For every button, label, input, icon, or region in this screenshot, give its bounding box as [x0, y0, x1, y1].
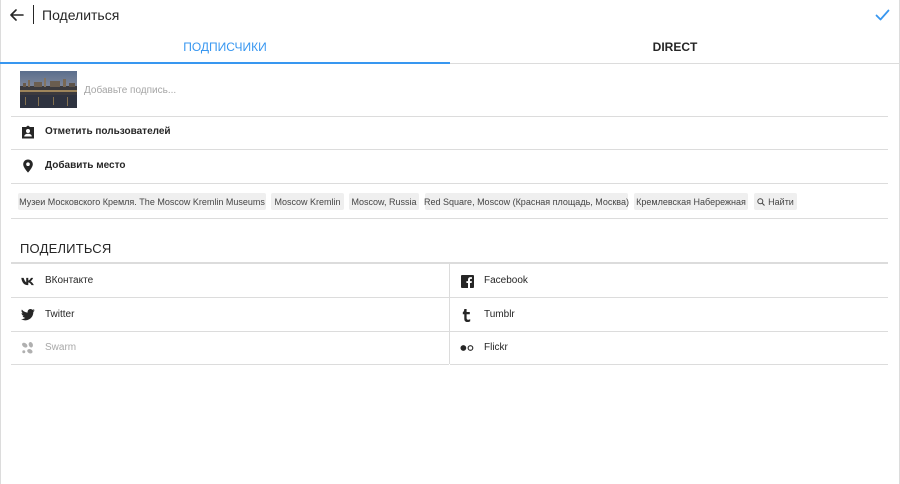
checkmark-icon: [875, 9, 889, 21]
share-swarm-label: Swarm: [45, 342, 77, 353]
twitter-icon: [21, 308, 35, 322]
frame-left-border: [0, 0, 1, 484]
location-chip[interactable]: Moscow Kremlin: [271, 193, 344, 210]
share-vk-label: ВКонтакте: [45, 275, 94, 286]
share-facebook-label: Facebook: [484, 275, 528, 286]
location-chip[interactable]: Red Square, Moscow (Красная площадь, Мос…: [424, 193, 629, 210]
title-divider: [33, 5, 34, 24]
flickr-icon: [460, 341, 474, 355]
caption-input[interactable]: [84, 82, 684, 98]
add-place-row[interactable]: Добавить место: [11, 150, 888, 184]
share-vk-row[interactable]: ВКонтакте: [11, 264, 449, 298]
location-pin-icon: [23, 159, 33, 173]
share-heading: ПОДЕЛИТЬСЯ: [20, 241, 112, 256]
share-twitter-label: Twitter: [45, 309, 75, 320]
location-suggestions: Музеи Московского Кремля. The Moscow Kre…: [11, 184, 888, 219]
share-swarm-row[interactable]: Swarm: [11, 331, 449, 365]
location-chip[interactable]: Moscow, Russia: [349, 193, 419, 210]
tag-person-icon: [22, 125, 34, 139]
share-flickr-row[interactable]: Flickr: [450, 331, 888, 365]
share-tumblr-row[interactable]: Tumblr: [450, 298, 888, 332]
tab-bar: ПОДПИСЧИКИ DIRECT: [0, 31, 900, 64]
tag-users-label: Отметить пользователей: [45, 126, 171, 137]
facebook-icon: [460, 274, 474, 288]
share-flickr-label: Flickr: [484, 342, 508, 353]
page-title: Поделиться: [42, 7, 120, 23]
share-tumblr-label: Tumblr: [484, 309, 515, 320]
confirm-button[interactable]: [871, 4, 893, 26]
photo-thumbnail: [20, 71, 77, 108]
swarm-icon: [21, 341, 35, 355]
location-search-label: Найти: [768, 196, 794, 207]
top-bar: Поделиться: [0, 0, 900, 31]
tab-direct[interactable]: DIRECT: [450, 31, 900, 63]
tumblr-icon: [460, 308, 474, 322]
location-chip[interactable]: Кремлевская Набережная: [634, 193, 748, 210]
share-twitter-row[interactable]: Twitter: [11, 298, 449, 332]
vk-icon: [21, 274, 35, 288]
caption-row: [11, 63, 888, 117]
location-chip[interactable]: Музеи Московского Кремля. The Moscow Kre…: [18, 193, 266, 210]
share-services: ВКонтакте Facebook Twitter Tumblr Swarm …: [11, 264, 888, 365]
location-search-chip[interactable]: Найти: [754, 193, 797, 210]
tab-followers[interactable]: ПОДПИСЧИКИ: [0, 31, 450, 64]
back-button[interactable]: [6, 4, 28, 26]
arrow-left-icon: [10, 9, 24, 21]
search-icon: [757, 197, 766, 206]
share-facebook-row[interactable]: Facebook: [450, 264, 888, 298]
add-place-label: Добавить место: [45, 160, 126, 171]
tag-users-row[interactable]: Отметить пользователей: [11, 116, 888, 150]
